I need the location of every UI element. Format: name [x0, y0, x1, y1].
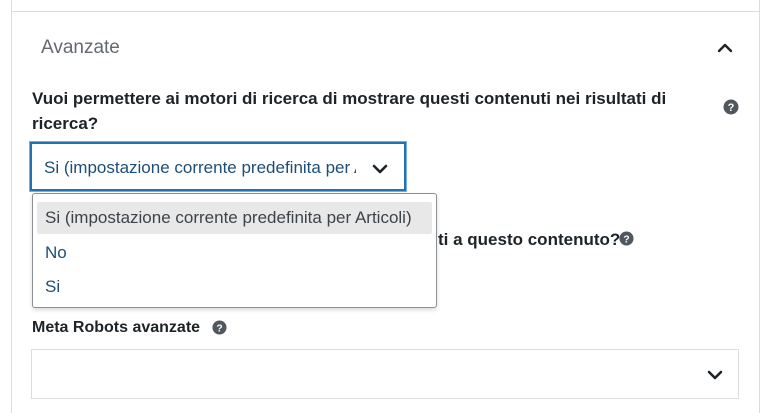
- meta-robots-label: Meta Robots avanzate: [32, 319, 201, 336]
- search-visibility-select[interactable]: Si (impostazione corrente predefinita pe…: [30, 142, 406, 191]
- follow-links-question: ti a questo contenuto?: [438, 230, 621, 249]
- svg-text:?: ?: [623, 234, 629, 245]
- section-title: Avanzate: [41, 37, 120, 58]
- help-icon[interactable]: ?: [212, 320, 227, 335]
- svg-text:?: ?: [728, 102, 735, 114]
- dropdown-option[interactable]: Si (impostazione corrente predefinita pe…: [37, 202, 432, 234]
- dropdown-option[interactable]: No: [37, 237, 432, 269]
- help-icon[interactable]: ?: [723, 99, 739, 115]
- meta-robots-select[interactable]: [31, 349, 739, 399]
- chevron-down-icon: [372, 164, 388, 174]
- help-icon[interactable]: ?: [619, 231, 634, 246]
- chevron-down-icon: [707, 370, 723, 380]
- panel-border-top: [11, 11, 760, 12]
- section-header[interactable]: Avanzate: [41, 36, 741, 62]
- advanced-settings-panel: Avanzate Vuoi permettere ai motori di ri…: [0, 0, 781, 413]
- svg-text:?: ?: [216, 323, 222, 334]
- collapse-button[interactable]: [713, 36, 737, 60]
- panel-border-right: [759, 0, 760, 413]
- dropdown-option[interactable]: Si: [37, 271, 432, 303]
- chevron-up-icon: [717, 43, 733, 53]
- search-visibility-dropdown[interactable]: Si (impostazione corrente predefinita pe…: [32, 193, 437, 308]
- select-current-value: Si (impostazione corrente predefinita pe…: [44, 158, 356, 177]
- search-visibility-question: Vuoi permettere ai motori di ricerca di …: [32, 89, 667, 133]
- panel-border-left: [11, 0, 12, 413]
